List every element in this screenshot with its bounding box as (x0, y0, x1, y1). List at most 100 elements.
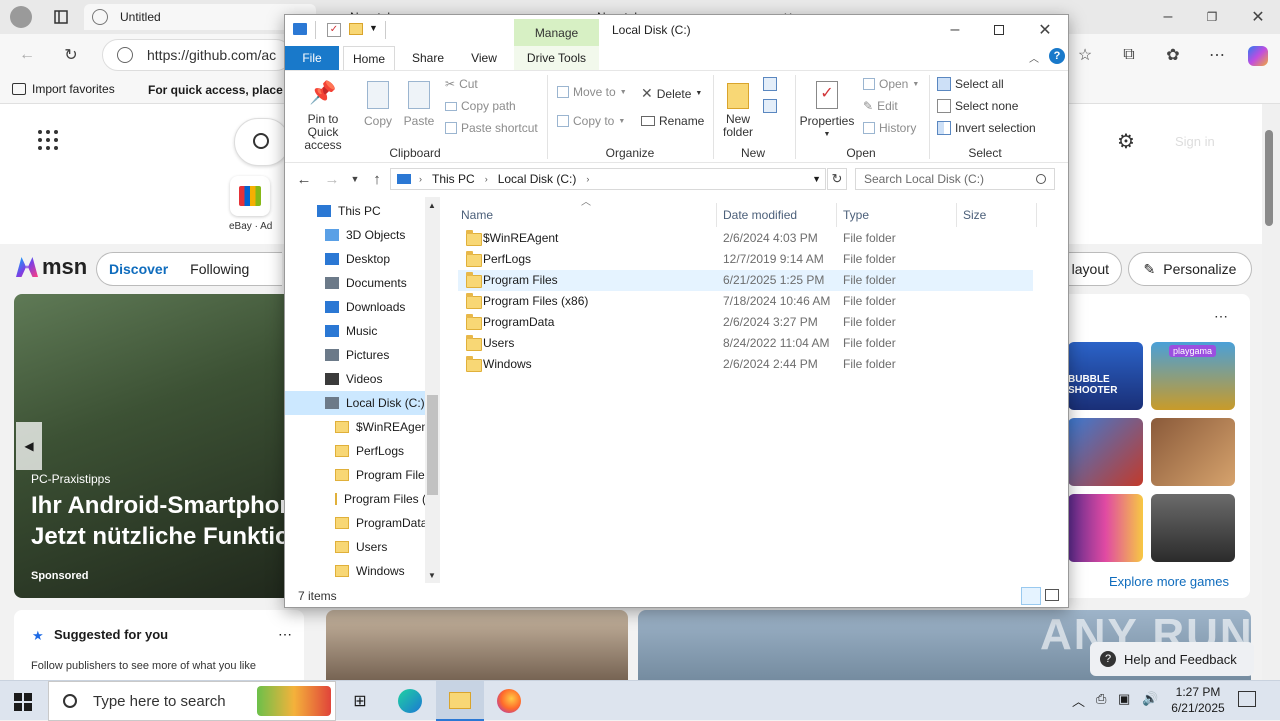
tree-item[interactable]: Users (285, 535, 440, 559)
explore-more-games-link[interactable]: Explore more games (1109, 574, 1229, 589)
collapse-ribbon-icon[interactable]: ︿ (1029, 50, 1039, 65)
address-bar[interactable]: https://github.com/ac (102, 39, 292, 71)
back-icon[interactable]: ← (16, 44, 38, 66)
system-clock[interactable]: 1:27 PM 6/21/2025 (1168, 684, 1228, 716)
show-hidden-icons-icon[interactable]: ︿ (1072, 691, 1085, 710)
more-options-icon[interactable]: ⋯ (278, 626, 292, 643)
file-row[interactable]: Users 8/24/2022 11:04 AM File folder (458, 333, 1033, 354)
column-header-size[interactable]: Size (957, 203, 1037, 227)
edge-taskbar-icon[interactable] (398, 689, 422, 713)
copy-to-button[interactable]: Copy to ▼ (557, 114, 625, 128)
history-button[interactable]: History (863, 121, 916, 135)
new-item-icon[interactable] (763, 77, 777, 91)
refresh-icon[interactable]: ↻ (827, 168, 847, 190)
msn-search-button[interactable] (234, 118, 290, 166)
details-view-icon[interactable] (1021, 587, 1041, 605)
notifications-icon[interactable] (1238, 691, 1256, 707)
search-box[interactable]: Search Local Disk (C:) (855, 168, 1055, 190)
tab-discover[interactable]: Discover (109, 261, 168, 277)
column-header-type[interactable]: Type (837, 203, 957, 227)
properties-quick-icon[interactable]: ✓ (327, 23, 341, 37)
new-folder-button[interactable]: New folder (719, 79, 757, 139)
copy-button[interactable]: Copy (361, 79, 395, 128)
game-tile-puzzle[interactable] (1151, 418, 1235, 486)
volume-icon[interactable]: 🔊 (1142, 691, 1158, 707)
browser-tab[interactable]: Untitled (84, 4, 316, 30)
game-tile-bubble-shooter[interactable]: BUBBLE SHOOTER (1068, 342, 1143, 410)
open-button[interactable]: Open ▼ (863, 77, 919, 91)
help-feedback-button[interactable]: ? Help and Feedback (1090, 642, 1254, 676)
news-card-image[interactable] (326, 610, 628, 680)
select-all-button[interactable]: Select all (937, 77, 1004, 91)
tree-item[interactable]: Videos (285, 367, 440, 391)
ribbon-tab-share[interactable]: Share (403, 46, 453, 70)
select-none-button[interactable]: Select none (937, 99, 1018, 113)
pin-quick-access-button[interactable]: 📌 Pin to Quick access (291, 79, 355, 152)
file-row[interactable]: Program Files 6/21/2025 1:25 PM File folde… (458, 270, 1033, 291)
refresh-icon[interactable]: ↻ (60, 44, 82, 66)
tree-item[interactable]: Music (285, 319, 440, 343)
tree-scrollbar[interactable]: ▲ ▼ (425, 197, 440, 583)
edit-button[interactable]: ✎ Edit (863, 99, 898, 113)
properties-button[interactable]: ✓ Properties ▼ (799, 79, 855, 141)
easy-access-icon[interactable] (763, 99, 777, 113)
address-bar[interactable]: › This PC › Local Disk (C:) › ▼ (390, 168, 826, 190)
tree-item[interactable]: Program Files (285, 463, 440, 487)
more-options-icon[interactable]: ⋯ (1214, 308, 1228, 325)
breadcrumb-local-disk[interactable]: Local Disk (C:) (498, 172, 577, 186)
tree-item[interactable]: Pictures (285, 343, 440, 367)
help-icon[interactable]: ? (1049, 48, 1065, 64)
file-row[interactable]: ProgramData 2/6/2024 3:27 PM File folder (458, 312, 1033, 333)
close-icon[interactable]: ✕ (1035, 20, 1055, 40)
copy-path-button[interactable]: Copy path (445, 99, 516, 113)
cut-button[interactable]: ✂ Cut (445, 77, 478, 91)
firefox-taskbar-icon[interactable] (497, 689, 521, 713)
up-icon[interactable]: ↑ (367, 169, 387, 189)
maximize-icon[interactable] (994, 25, 1004, 35)
tree-item[interactable]: This PC (285, 199, 440, 223)
browser-scrollbar[interactable] (1262, 104, 1280, 680)
tab-actions-icon[interactable] (50, 7, 72, 27)
column-header-name[interactable]: Name (455, 203, 717, 227)
explorer-taskbar-button[interactable] (436, 681, 484, 721)
paste-shortcut-button[interactable]: Paste shortcut (445, 121, 538, 135)
tree-item[interactable]: ProgramData (285, 511, 440, 535)
file-row[interactable]: Windows 2/6/2024 2:44 PM File folder (458, 354, 1033, 375)
tree-item[interactable]: Documents (285, 271, 440, 295)
copilot-icon[interactable] (1248, 46, 1268, 66)
network-icon[interactable]: ▣ (1118, 691, 1130, 707)
game-tile-driving[interactable] (1151, 494, 1235, 562)
paste-button[interactable]: Paste (402, 79, 436, 128)
scrollbar-thumb[interactable] (427, 395, 438, 495)
ribbon-tab-file[interactable]: File (285, 46, 339, 70)
sign-in-link[interactable]: Sign in (1175, 134, 1215, 149)
import-favorites-link[interactable]: Import favorites (12, 82, 115, 96)
file-row[interactable]: PerfLogs 12/7/2019 9:14 AM File folder (458, 249, 1033, 270)
carousel-prev-icon[interactable]: ◀ (16, 422, 42, 470)
rename-button[interactable]: Rename (641, 114, 704, 128)
column-header-date[interactable]: Date modified (717, 203, 837, 227)
tree-item[interactable]: Downloads (285, 295, 440, 319)
tree-item[interactable]: $WinREAgent (285, 415, 440, 439)
move-to-button[interactable]: Move to ▼ (557, 85, 627, 99)
device-icon[interactable]: ⎙ (1096, 691, 1106, 707)
large-icons-view-icon[interactable] (1045, 589, 1059, 601)
manage-tab-header[interactable]: Manage (514, 19, 599, 46)
game-tile-shark[interactable] (1068, 418, 1143, 486)
more-options-icon[interactable]: ⋯ (1206, 44, 1228, 66)
breadcrumb-this-pc[interactable]: This PC (432, 172, 475, 186)
extensions-icon[interactable]: ✿ (1162, 44, 1184, 66)
game-tile-sort[interactable] (1068, 494, 1143, 562)
taskbar-search-box[interactable]: Type here to search (48, 681, 336, 721)
task-view-icon[interactable]: ⊞ (350, 691, 370, 711)
file-row[interactable]: $WinREAgent 2/6/2024 4:03 PM File folder (458, 228, 1033, 249)
msn-logo[interactable]: msn (16, 254, 87, 280)
hero-card[interactable]: ◀ PC-Praxistipps Ihr Android-Smartphon J… (14, 294, 294, 598)
new-folder-quick-icon[interactable] (349, 23, 363, 35)
ribbon-tab-drive-tools[interactable]: Drive Tools (514, 46, 599, 70)
scrollbar-thumb[interactable] (1265, 130, 1273, 226)
profile-avatar[interactable] (10, 6, 32, 28)
delete-button[interactable]: ✕ Delete ▼ (641, 85, 702, 102)
ribbon-tab-view[interactable]: View (459, 46, 509, 70)
favorites-star-icon[interactable]: ☆ (1074, 44, 1096, 66)
